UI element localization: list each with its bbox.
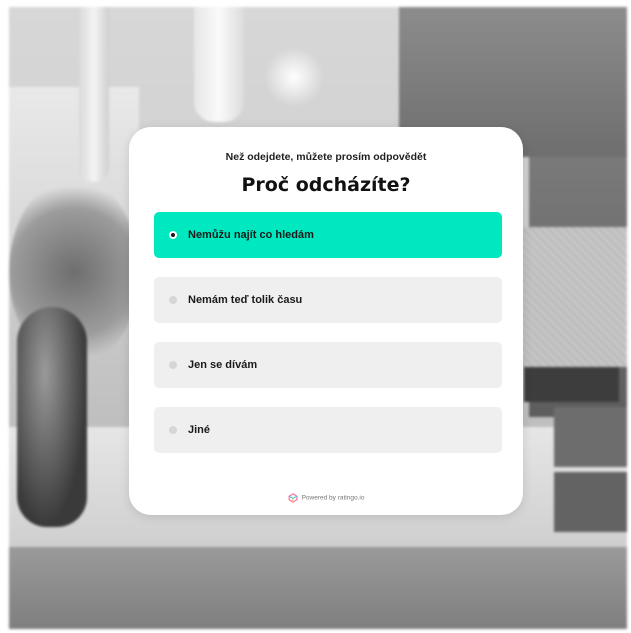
survey-option-just-browsing[interactable]: Jen se dívám <box>154 342 502 388</box>
survey-option-label: Nemůžu najít co hledám <box>188 229 314 241</box>
background-light <box>264 47 324 107</box>
survey-option-cant-find[interactable]: Nemůžu najít co hledám <box>154 212 502 258</box>
radio-icon[interactable] <box>169 296 177 304</box>
survey-option-other[interactable]: Jiné <box>154 407 502 453</box>
radio-icon[interactable] <box>169 426 177 434</box>
background-floor <box>9 547 627 629</box>
ratingo-logo-icon <box>288 493 298 503</box>
survey-option-label: Nemám teď tolik času <box>188 294 303 306</box>
radio-icon[interactable] <box>169 361 177 369</box>
survey-option-label: Jen se dívám <box>188 359 258 371</box>
survey-option-label: Jiné <box>188 424 211 436</box>
background-drawer <box>554 472 627 532</box>
page-canvas: Než odejdete, můžete prosím odpovědět Pr… <box>0 0 631 633</box>
background-stove <box>524 367 619 402</box>
background-pendant-lamp <box>79 7 109 182</box>
radio-icon[interactable] <box>169 231 177 239</box>
background-drawer <box>554 407 627 467</box>
powered-by-footer[interactable]: Powered by ratingo.io <box>129 493 523 503</box>
survey-subtitle: Než odejdete, můžete prosím odpovědět <box>225 151 427 163</box>
background-vase <box>17 307 87 527</box>
powered-by-text: Powered by ratingo.io <box>301 494 365 502</box>
background-pendant-lamp <box>194 7 244 122</box>
exit-survey-card: Než odejdete, můžete prosím odpovědět Pr… <box>129 127 523 515</box>
survey-option-no-time[interactable]: Nemám teď tolik času <box>154 277 502 323</box>
survey-title: Proč odcházíte? <box>241 174 411 196</box>
